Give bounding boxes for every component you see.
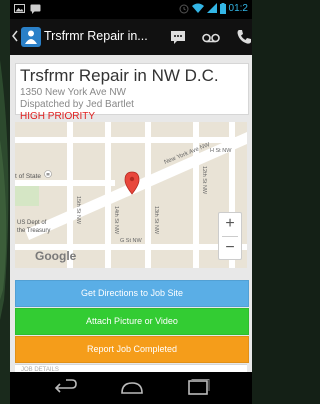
voicemail-icon[interactable] <box>202 29 220 45</box>
signal-icon <box>206 3 217 13</box>
map-label-15th: 15th St NW <box>75 196 81 225</box>
recent-apps-icon[interactable] <box>186 379 210 397</box>
zoom-in-button[interactable]: + <box>219 213 241 235</box>
map-label-treasury-2: the Treasury <box>17 228 50 234</box>
map-label-13th: 13th St NW <box>153 206 159 235</box>
alarm-icon <box>179 4 189 14</box>
google-logo: Google <box>35 249 77 263</box>
map-canvas[interactable]: t of State US Dept of the Treasury G St … <box>15 122 247 268</box>
priority-badge: HIGH PRIORITY <box>20 111 96 122</box>
map-label-14th: 14th St NW <box>113 206 119 235</box>
up-caret-icon[interactable] <box>12 30 18 42</box>
building-icon <box>44 170 52 178</box>
status-time: 01:2 <box>228 3 248 14</box>
home-icon[interactable] <box>120 379 144 397</box>
get-directions-button[interactable]: Get Directions to Job Site <box>15 280 249 307</box>
map-label-12th: 12th St NW <box>201 166 207 195</box>
message-icon[interactable] <box>170 29 186 45</box>
navigation-bar <box>10 372 252 404</box>
job-address: 1350 New York Ave NW <box>20 87 126 98</box>
status-bar: 01:2 <box>10 0 252 19</box>
image-notification-icon <box>14 4 25 13</box>
back-icon[interactable] <box>54 379 78 397</box>
app-logo-icon[interactable] <box>20 26 42 48</box>
report-completed-button[interactable]: Report Job Completed <box>15 336 249 363</box>
map-label-state: t of State <box>15 173 41 180</box>
job-title: Trsfrmr Repair in NW D.C. <box>20 66 219 85</box>
zoom-controls: + − <box>218 212 242 260</box>
phone-call-icon[interactable] <box>236 29 252 45</box>
battery-icon <box>219 3 226 14</box>
job-dispatcher: Dispatched by Jed Bartlet <box>20 99 134 110</box>
phone-screen: 01:2 Trsfrmr Repair in... Trsfrmr Repair… <box>10 0 252 404</box>
wifi-icon <box>191 3 204 13</box>
zoom-out-button[interactable]: − <box>219 237 241 259</box>
chat-notification-icon <box>30 4 41 14</box>
map-label-treasury-1: US Dept of <box>17 220 47 226</box>
job-location-map[interactable]: t of State US Dept of the Treasury G St … <box>15 122 247 268</box>
attach-media-button[interactable]: Attach Picture or Video <box>15 308 249 335</box>
map-label-h-st: H St NW <box>210 148 232 154</box>
map-label-g-st: G St NW <box>120 238 143 244</box>
action-bar: Trsfrmr Repair in... <box>10 19 252 55</box>
job-header-card: Trsfrmr Repair in NW D.C. 1350 New York … <box>15 63 249 122</box>
action-bar-title: Trsfrmr Repair in... <box>44 29 148 43</box>
